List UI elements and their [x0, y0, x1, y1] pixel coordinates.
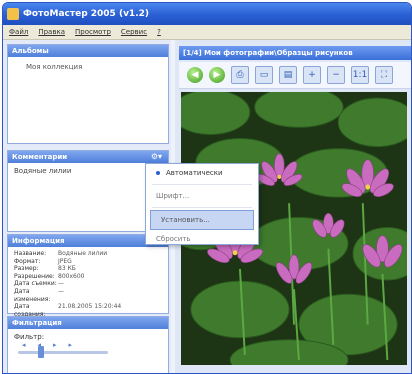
info-key: Формат: [14, 257, 41, 265]
dropdown-item[interactable]: Шрифт... [146, 187, 258, 205]
info-row: Название: Водяные лилии [14, 250, 121, 258]
info-value: Водяные лилии [58, 250, 108, 257]
window-title: ФотоМастер 2005 (v1.2) [23, 9, 149, 19]
filter-label: Фильтр: [14, 333, 45, 341]
info-value: — [58, 287, 64, 295]
info-key: Название: [14, 250, 47, 257]
title-bar[interactable]: ФотоМастер 2005 (v1.2) [3, 3, 411, 25]
info-key: Дата съемки: [14, 280, 57, 288]
comments-header[interactable]: Комментарии ⚙▾ [8, 151, 168, 163]
viewer-title: [1/4] Мои фотографии\Образцы рисунков [179, 46, 411, 60]
filter-arrows-icon[interactable]: ◂◂▸▸ [22, 341, 84, 349]
info-header[interactable]: Информация [8, 235, 168, 247]
album-item[interactable]: Моя коллекция [26, 63, 82, 71]
info-panel: Информация Название: Водяные лилии Формат:… [7, 234, 169, 318]
info-row: Размер: 83 КБ [14, 265, 121, 273]
info-value: JPEG [58, 257, 72, 265]
info-row: Формат: JPEG [14, 258, 121, 266]
info-key: Размер: [14, 265, 39, 273]
filter-header[interactable]: Фильтрация [8, 317, 168, 329]
dropdown-item-label: Установить... [161, 216, 210, 224]
comment-text[interactable]: Водяные лилии [14, 167, 71, 175]
fit-button[interactable]: ▭ [255, 66, 273, 84]
filter-panel: Фильтрация Фильтр: ◂◂▸▸ [7, 316, 169, 373]
dropdown-item-label: Сбросить [156, 235, 191, 243]
info-key: Разрешение: [14, 272, 55, 280]
info-rows: Название: Водяные лилии Формат: JPEG Размер:… [14, 250, 121, 318]
dropdown-item[interactable]: Установить... [150, 210, 254, 230]
menu-item[interactable]: Файл [9, 28, 28, 36]
forward-button[interactable]: ▶ [209, 67, 225, 83]
menu-bar: Файл Правка Просмотр Сервис? [3, 25, 411, 40]
info-value: 83 КБ [58, 265, 76, 273]
menu-item[interactable]: Просмотр [75, 28, 111, 36]
dropdown-item-label: Автоматически [166, 169, 223, 177]
comments-dropdown-menu: Автоматически Шрифт... Установить... Сброси… [145, 163, 259, 245]
dropdown-item-label: Шрифт... [156, 192, 190, 200]
filter-slider[interactable] [18, 351, 108, 354]
fullscreen-button[interactable]: ⛶ [375, 66, 393, 84]
zoom-out-button[interactable]: − [327, 66, 345, 84]
info-row: Дата изменения: — [14, 288, 121, 303]
albums-panel: Альбомы Моя коллекция [7, 44, 169, 144]
info-row: Дата съемки: — [14, 280, 121, 288]
comments-header-label: Комментарии [12, 153, 68, 161]
menu-item[interactable]: ? [157, 28, 161, 36]
actual-size-button[interactable]: 1:1 [351, 66, 369, 84]
menu-item[interactable]: Правка [38, 28, 65, 36]
info-value: — [58, 280, 64, 288]
albums-header[interactable]: Альбомы [8, 45, 168, 57]
info-key: Дата изменения: [14, 287, 51, 303]
info-value: 800x600 [58, 272, 85, 280]
app-window: ФотоМастер 2005 (v1.2) Файл Правка Просмот… [2, 2, 412, 374]
menu-separator [152, 184, 252, 185]
dropdown-item[interactable]: Сбросить [146, 230, 258, 248]
dropdown-item[interactable]: Автоматически [146, 164, 258, 182]
gear-icon[interactable]: ⚙▾ [151, 152, 162, 161]
zoom-in-button[interactable]: + [303, 66, 321, 84]
back-button[interactable]: ◀ [187, 67, 203, 83]
info-row: Разрешение: 800x600 [14, 273, 121, 281]
slideshow-button[interactable]: ▤ [279, 66, 297, 84]
print-button[interactable]: ⎙ [231, 66, 249, 84]
menu-item[interactable]: Сервис [121, 28, 147, 36]
filter-slider-thumb[interactable] [38, 346, 44, 358]
viewer-toolbar: ◀ ▶ ⎙ ▭ ▤ + −1:1 ⛶ [179, 62, 411, 89]
radio-bullet-icon [156, 171, 160, 175]
app-icon [7, 8, 19, 20]
menu-separator [152, 207, 252, 208]
